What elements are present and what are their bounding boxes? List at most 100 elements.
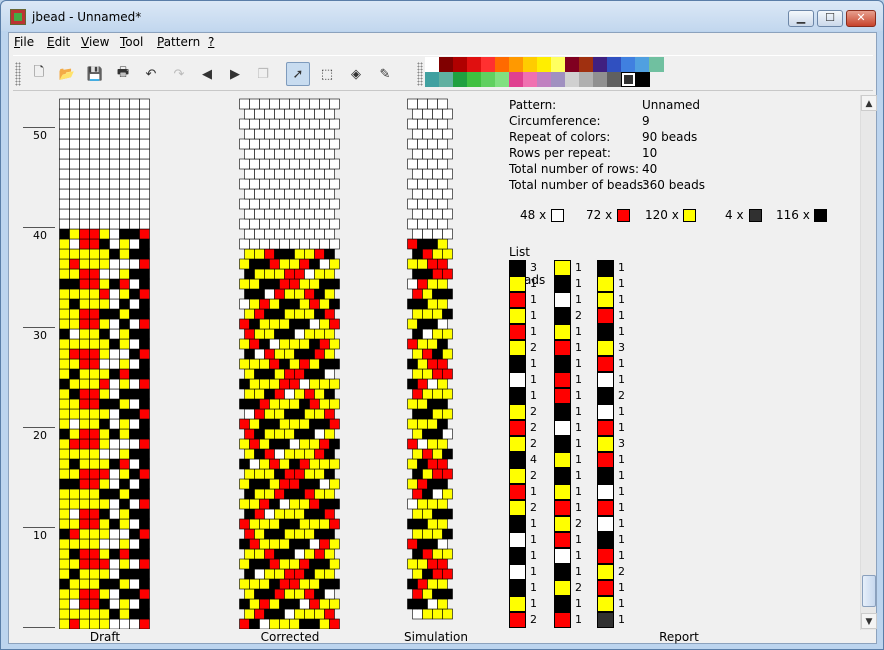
palette-color-swatch[interactable] <box>467 57 482 72</box>
bead-cell[interactable] <box>249 318 260 330</box>
bead-cell[interactable] <box>239 318 250 330</box>
bead-cell[interactable] <box>417 258 428 270</box>
bead-cell[interactable] <box>79 288 90 300</box>
bead-cell[interactable] <box>119 178 130 190</box>
bead-cell[interactable] <box>442 168 453 180</box>
bead-cell[interactable] <box>69 528 80 540</box>
bead-cell[interactable] <box>417 158 428 170</box>
bead-cell[interactable] <box>239 158 250 170</box>
bead-cell[interactable] <box>432 248 443 260</box>
bead-cell[interactable] <box>69 408 80 420</box>
bead-cell[interactable] <box>244 108 255 120</box>
bead-cell[interactable] <box>119 238 130 250</box>
bead-cell[interactable] <box>319 398 330 410</box>
bead-cell[interactable] <box>139 188 150 200</box>
bead-cell[interactable] <box>69 108 80 120</box>
bead-cell[interactable] <box>59 608 70 620</box>
bead-cell[interactable] <box>422 328 433 340</box>
bead-cell[interactable] <box>89 278 100 290</box>
bead-cell[interactable] <box>407 518 418 530</box>
bead-cell[interactable] <box>324 488 335 500</box>
bead-cell[interactable] <box>289 258 300 270</box>
bead-cell[interactable] <box>244 508 255 520</box>
bead-cell[interactable] <box>422 208 433 220</box>
bead-cell[interactable] <box>69 598 80 610</box>
bead-cell[interactable] <box>139 348 150 360</box>
bead-cell[interactable] <box>129 228 140 240</box>
bead-cell[interactable] <box>89 338 100 350</box>
bead-cell[interactable] <box>89 148 100 160</box>
bead-cell[interactable] <box>59 588 70 600</box>
bead-cell[interactable] <box>119 618 130 629</box>
bead-cell[interactable] <box>304 428 315 440</box>
bead-cell[interactable] <box>59 358 70 370</box>
bead-cell[interactable] <box>299 418 310 430</box>
bead-cell[interactable] <box>319 478 330 490</box>
bead-cell[interactable] <box>139 588 150 600</box>
bead-cell[interactable] <box>412 548 423 560</box>
bead-cell[interactable] <box>139 528 150 540</box>
bead-cell[interactable] <box>264 168 275 180</box>
bead-cell[interactable] <box>244 368 255 380</box>
bead-cell[interactable] <box>254 248 265 260</box>
bead-cell[interactable] <box>139 408 150 420</box>
bead-cell[interactable] <box>324 588 335 600</box>
bead-cell[interactable] <box>254 548 265 560</box>
bead-cell[interactable] <box>244 228 255 240</box>
bead-cell[interactable] <box>324 288 335 300</box>
bead-cell[interactable] <box>119 468 130 480</box>
bead-cell[interactable] <box>422 468 433 480</box>
bead-cell[interactable] <box>139 138 150 150</box>
bead-cell[interactable] <box>254 228 265 240</box>
bead-cell[interactable] <box>69 248 80 260</box>
bead-cell[interactable] <box>294 448 305 460</box>
bead-cell[interactable] <box>314 128 325 140</box>
bead-cell[interactable] <box>269 618 280 629</box>
bead-cell[interactable] <box>329 518 340 530</box>
bead-cell[interactable] <box>239 98 250 110</box>
bead-cell[interactable] <box>299 518 310 530</box>
bead-cell[interactable] <box>309 398 320 410</box>
bead-cell[interactable] <box>437 118 448 130</box>
bead-cell[interactable] <box>279 398 290 410</box>
bead-cell[interactable] <box>269 298 280 310</box>
bead-cell[interactable] <box>109 508 120 520</box>
bead-cell[interactable] <box>129 468 140 480</box>
bead-cell[interactable] <box>319 238 330 250</box>
bead-cell[interactable] <box>279 238 290 250</box>
bead-cell[interactable] <box>129 218 140 230</box>
open-folder-icon[interactable]: 📂 <box>55 62 79 86</box>
bead-cell[interactable] <box>244 188 255 200</box>
bead-cell[interactable] <box>269 118 280 130</box>
bead-cell[interactable] <box>59 398 70 410</box>
bead-cell[interactable] <box>129 248 140 260</box>
bead-cell[interactable] <box>427 378 438 390</box>
bead-cell[interactable] <box>417 578 428 590</box>
bead-cell[interactable] <box>427 198 438 210</box>
bead-cell[interactable] <box>274 188 285 200</box>
bead-cell[interactable] <box>79 558 90 570</box>
bead-cell[interactable] <box>427 518 438 530</box>
bead-cell[interactable] <box>437 458 448 470</box>
bead-cell[interactable] <box>294 168 305 180</box>
bead-cell[interactable] <box>437 178 448 190</box>
bead-cell[interactable] <box>89 118 100 130</box>
bead-cell[interactable] <box>109 268 120 280</box>
bead-cell[interactable] <box>324 208 335 220</box>
bead-cell[interactable] <box>407 358 418 370</box>
bead-cell[interactable] <box>442 348 453 360</box>
bead-cell[interactable] <box>139 518 150 530</box>
bead-cell[interactable] <box>279 98 290 110</box>
new-file-icon[interactable]: 🗋 <box>27 62 51 86</box>
bead-cell[interactable] <box>329 218 340 230</box>
bead-cell[interactable] <box>324 228 335 240</box>
bead-cell[interactable] <box>99 448 110 460</box>
bead-cell[interactable] <box>119 168 130 180</box>
bead-cell[interactable] <box>294 588 305 600</box>
bead-cell[interactable] <box>284 448 295 460</box>
bead-cell[interactable] <box>259 278 270 290</box>
bead-cell[interactable] <box>309 558 320 570</box>
bead-cell[interactable] <box>442 148 453 160</box>
bead-cell[interactable] <box>69 278 80 290</box>
bead-cell[interactable] <box>89 488 100 500</box>
